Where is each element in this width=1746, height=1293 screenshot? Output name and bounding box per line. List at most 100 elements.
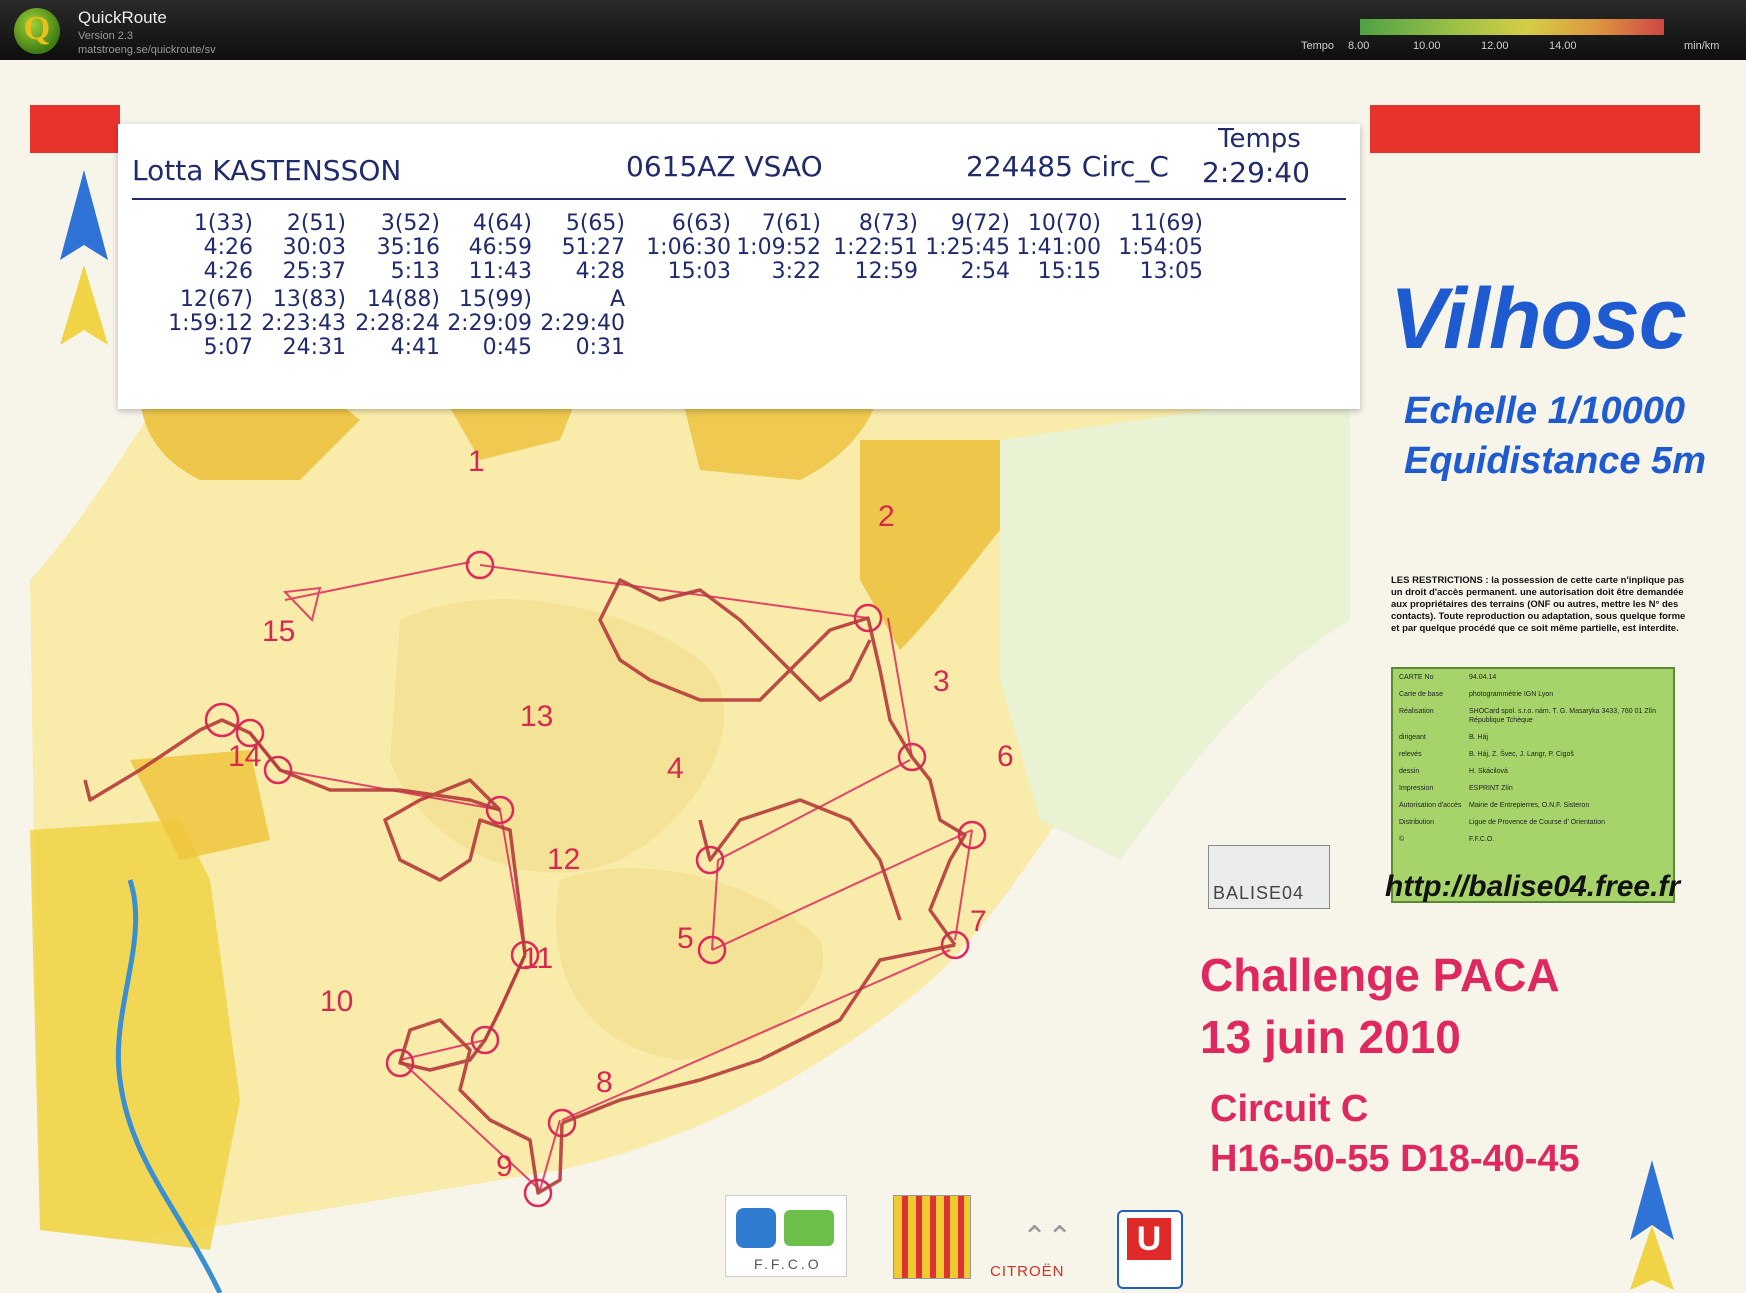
control-number: 2 xyxy=(878,500,895,533)
credit-label: Impression xyxy=(1399,785,1434,792)
split-control: 15(99) xyxy=(458,287,532,312)
control-number: 11 xyxy=(522,942,554,975)
tempo-color-scale xyxy=(1360,19,1664,35)
control-number: 4 xyxy=(667,752,684,785)
split-control: 2(51) xyxy=(286,211,346,236)
credit-row: Réalisation SHOCard spol. s.r.o. nám. T. … xyxy=(1399,707,1667,725)
split-control: 8(73) xyxy=(858,211,918,236)
balise04-logo: BALISE04 xyxy=(1208,845,1330,909)
control-number: 3 xyxy=(933,665,950,698)
split-control: 4(64) xyxy=(472,211,532,236)
total-time: 2:29:40 xyxy=(1202,156,1310,189)
control-number: 1 xyxy=(468,445,485,478)
control-number: 15 xyxy=(262,615,296,648)
split-control: 11(69) xyxy=(1129,211,1203,236)
tempo-unit: min/km xyxy=(1684,40,1720,52)
credit-value: Mairie de Entrepierres, O.N.F. Sisteron xyxy=(1469,802,1590,809)
split-cumulative: 1:22:51 xyxy=(833,235,918,260)
credit-value: ESPRINT Zlín xyxy=(1469,785,1513,792)
split-leg: 4:28 xyxy=(575,259,625,284)
credit-row: Autorisation d'accès Mairie de Entrepierr… xyxy=(1399,801,1667,810)
split-cumulative: 35:16 xyxy=(376,235,440,260)
split-control: 13(83) xyxy=(272,287,346,312)
credit-value: H. Skácilová xyxy=(1469,768,1508,775)
tempo-tick: 14.00 xyxy=(1549,40,1577,52)
map-title: Vilhosc xyxy=(1390,271,1687,367)
credit-value: B. Háj xyxy=(1469,734,1489,741)
credit-label: © xyxy=(1399,836,1405,843)
credit-label: Distribution xyxy=(1399,819,1435,826)
citroen-logo: ⌃⌃ CITROËN xyxy=(990,1221,1073,1280)
credit-value: B. Háj, Z. Švec, J. Langr, P. Cigoš xyxy=(1469,751,1574,758)
split-cumulative: 1:06:30 xyxy=(646,235,731,260)
tempo-label: Tempo xyxy=(1301,40,1335,52)
split-leg: 24:31 xyxy=(282,335,346,360)
split-cumulative: 30:03 xyxy=(282,235,346,260)
split-leg: 0:31 xyxy=(575,335,625,360)
split-leg: 4:41 xyxy=(390,335,440,360)
split-leg: 2:54 xyxy=(960,259,1010,284)
split-leg: 5:13 xyxy=(390,259,440,284)
split-cumulative: 1:54:05 xyxy=(1118,235,1203,260)
split-cumulative: 1:09:52 xyxy=(736,235,821,260)
credit-value: Ligue de Provence de Course d' Orientati… xyxy=(1469,819,1605,826)
control-number: 9 xyxy=(496,1150,513,1183)
credit-row: Impression ESPRINT Zlín xyxy=(1399,784,1667,793)
control-number: 5 xyxy=(677,922,694,955)
credit-value: 94.04.14 xyxy=(1469,674,1497,681)
tempo-tick: 10.00 xyxy=(1413,40,1441,52)
split-control: 5(65) xyxy=(565,211,625,236)
split-control: 9(72) xyxy=(950,211,1010,236)
split-leg: 15:03 xyxy=(667,259,731,284)
credit-value: F.F.C.O. xyxy=(1469,836,1495,843)
control-number: 14 xyxy=(228,740,262,773)
app-version: Version 2.3 xyxy=(78,30,134,42)
credit-label: Carte de base xyxy=(1399,691,1443,698)
credit-label: relevés xyxy=(1399,751,1422,758)
splits-panel: Lotta KASTENSSON 0615AZ VSAO 224485 Circ… xyxy=(118,124,1360,409)
split-cumulative: 2:28:24 xyxy=(355,311,440,336)
map-equidistance: Equidistance 5m xyxy=(1404,440,1706,482)
split-leg: 4:26 xyxy=(203,259,253,284)
app-title-bar: Q QuickRoute Version 2.3 matstroeng.se/q… xyxy=(0,0,1746,60)
ffco-logo: F.F.C.O xyxy=(725,1195,847,1277)
control-number: 10 xyxy=(320,985,354,1018)
split-cumulative: 1:25:45 xyxy=(925,235,1010,260)
orienteering-map[interactable]: 1 2 3 4 5 6 7 8 9 10 11 12 13 14 15 Vilh… xyxy=(0,60,1746,1293)
tempo-tick: 12.00 xyxy=(1481,40,1509,52)
app-url[interactable]: matstroeng.se/quickroute/sv xyxy=(78,44,216,56)
split-cumulative: 2:23:43 xyxy=(261,311,346,336)
credit-row: dessin H. Skácilová xyxy=(1399,767,1667,776)
app-name: QuickRoute xyxy=(78,8,167,27)
split-cumulative: 4:26 xyxy=(203,235,253,260)
split-cumulative: 1:59:12 xyxy=(168,311,253,336)
split-leg: 25:37 xyxy=(282,259,346,284)
map-credits-box: CARTE No 94.04.14 Carte de base photogrammé… xyxy=(1391,667,1675,903)
map-restrictions: LES RESTRICTIONS : la possession de cett… xyxy=(1391,575,1686,634)
region-logo xyxy=(893,1195,971,1279)
split-leg: 13:05 xyxy=(1139,259,1203,284)
split-leg: 0:45 xyxy=(482,335,532,360)
split-cumulative: 51:27 xyxy=(561,235,625,260)
circuit-categories: H16-50-55 D18-40-45 xyxy=(1210,1138,1580,1180)
split-leg: 11:43 xyxy=(468,259,532,284)
credit-row: Carte de base photogrammétrie IGN Lyon xyxy=(1399,690,1667,699)
split-cumulative: 2:29:09 xyxy=(447,311,532,336)
credit-value: photogrammétrie IGN Lyon xyxy=(1469,691,1554,698)
split-control: 14(88) xyxy=(366,287,440,312)
runner-club: 0615AZ VSAO xyxy=(626,150,823,183)
credit-label: dessin xyxy=(1399,768,1420,775)
website-link[interactable]: http://balise04.free.fr xyxy=(1385,870,1680,904)
split-cumulative: 2:29:40 xyxy=(540,311,625,336)
control-number: 7 xyxy=(970,905,987,938)
control-number: 12 xyxy=(547,843,581,876)
control-number: 6 xyxy=(997,740,1014,773)
credit-label: Réalisation xyxy=(1399,708,1434,715)
split-leg: 15:15 xyxy=(1037,259,1101,284)
credit-label: dirigeant xyxy=(1399,734,1426,741)
event-name: Challenge PACA xyxy=(1200,949,1560,1001)
control-number: 13 xyxy=(520,700,554,733)
total-time-label: Temps xyxy=(1218,124,1301,154)
split-control: 12(67) xyxy=(179,287,253,312)
split-leg: 5:07 xyxy=(203,335,253,360)
